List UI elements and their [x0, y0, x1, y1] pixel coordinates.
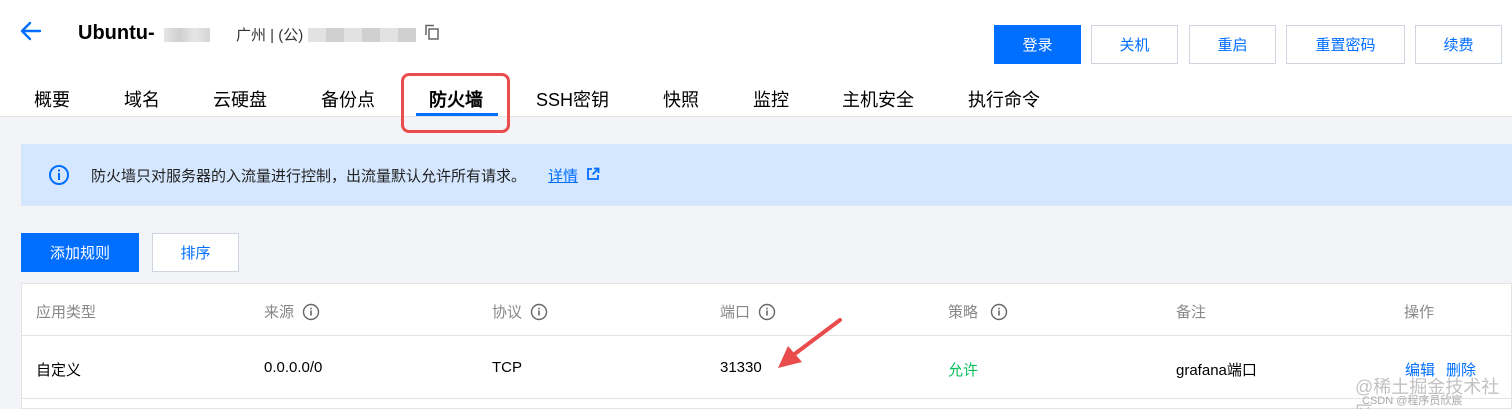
column-header-policy: 策略: [948, 301, 1008, 322]
sort-button[interactable]: 排序: [152, 233, 239, 272]
header-bar: Ubuntu- 广州 | (公) 登录 关机 重启 重置密码 续费 概要 域名 …: [0, 0, 1512, 133]
cell-note: grafana端口: [1176, 362, 1257, 379]
table-header: 应用类型 来源 协议 端口 策略 备注 操作: [22, 284, 1511, 336]
reset-password-button[interactable]: 重置密码: [1286, 25, 1405, 64]
help-circle-icon[interactable]: [302, 303, 320, 321]
details-link[interactable]: 详情: [548, 165, 578, 186]
instance-title: Ubuntu-: [78, 22, 155, 44]
annotation-highlight-box: [401, 73, 510, 133]
tab-monitor[interactable]: 监控: [753, 86, 789, 112]
tab-domain[interactable]: 域名: [124, 86, 160, 112]
login-button[interactable]: 登录: [994, 25, 1081, 64]
row-divider: [22, 398, 1511, 399]
notice-text: 防火墙只对服务器的入流量进行控制，出流量默认允许所有请求。: [91, 168, 527, 185]
back-arrow-icon[interactable]: [20, 20, 42, 42]
redacted-name: [164, 28, 210, 42]
renew-button[interactable]: 续费: [1415, 25, 1502, 64]
tab-cloud-disk[interactable]: 云硬盘: [213, 86, 267, 112]
column-header-app-type: 应用类型: [36, 304, 97, 321]
annotation-arrow-icon: [778, 318, 842, 368]
help-circle-icon[interactable]: [530, 303, 548, 321]
tab-execute-command[interactable]: 执行命令: [968, 86, 1040, 112]
help-circle-icon[interactable]: [990, 303, 1008, 321]
info-icon: [49, 165, 69, 185]
tab-ssh-key[interactable]: SSH密钥: [536, 86, 609, 112]
tab-backup[interactable]: 备份点: [321, 86, 375, 112]
shutdown-button[interactable]: 关机: [1091, 25, 1178, 64]
cell-policy: 允许: [948, 362, 979, 379]
column-header-note: 备注: [1176, 304, 1207, 321]
redacted-ip: [308, 28, 416, 42]
copy-icon[interactable]: [424, 24, 440, 40]
tab-host-security[interactable]: 主机安全: [842, 86, 914, 112]
tab-snapshot[interactable]: 快照: [663, 86, 699, 112]
restart-button[interactable]: 重启: [1189, 25, 1276, 64]
cell-port: 31330: [720, 359, 762, 376]
region-label: 广州 | (公): [236, 27, 304, 44]
cell-app-type: 自定义: [36, 362, 82, 379]
add-rule-button[interactable]: 添加规则: [21, 233, 139, 272]
column-header-actions: 操作: [1404, 304, 1435, 321]
tab-overview[interactable]: 概要: [34, 86, 70, 112]
column-header-source: 来源: [264, 301, 320, 322]
cell-source: 0.0.0.0/0: [264, 359, 323, 376]
column-header-port: 端口: [720, 301, 776, 322]
external-link-icon[interactable]: [586, 167, 600, 181]
column-header-protocol: 协议: [492, 301, 548, 322]
cell-protocol: TCP: [492, 359, 522, 376]
firewall-rules-table: 应用类型 来源 协议 端口 策略 备注 操作 自定义 0.0.0.0/0 TCP…: [21, 283, 1512, 409]
watermark-sub: CSDN @程序员欣宸: [1362, 395, 1463, 407]
